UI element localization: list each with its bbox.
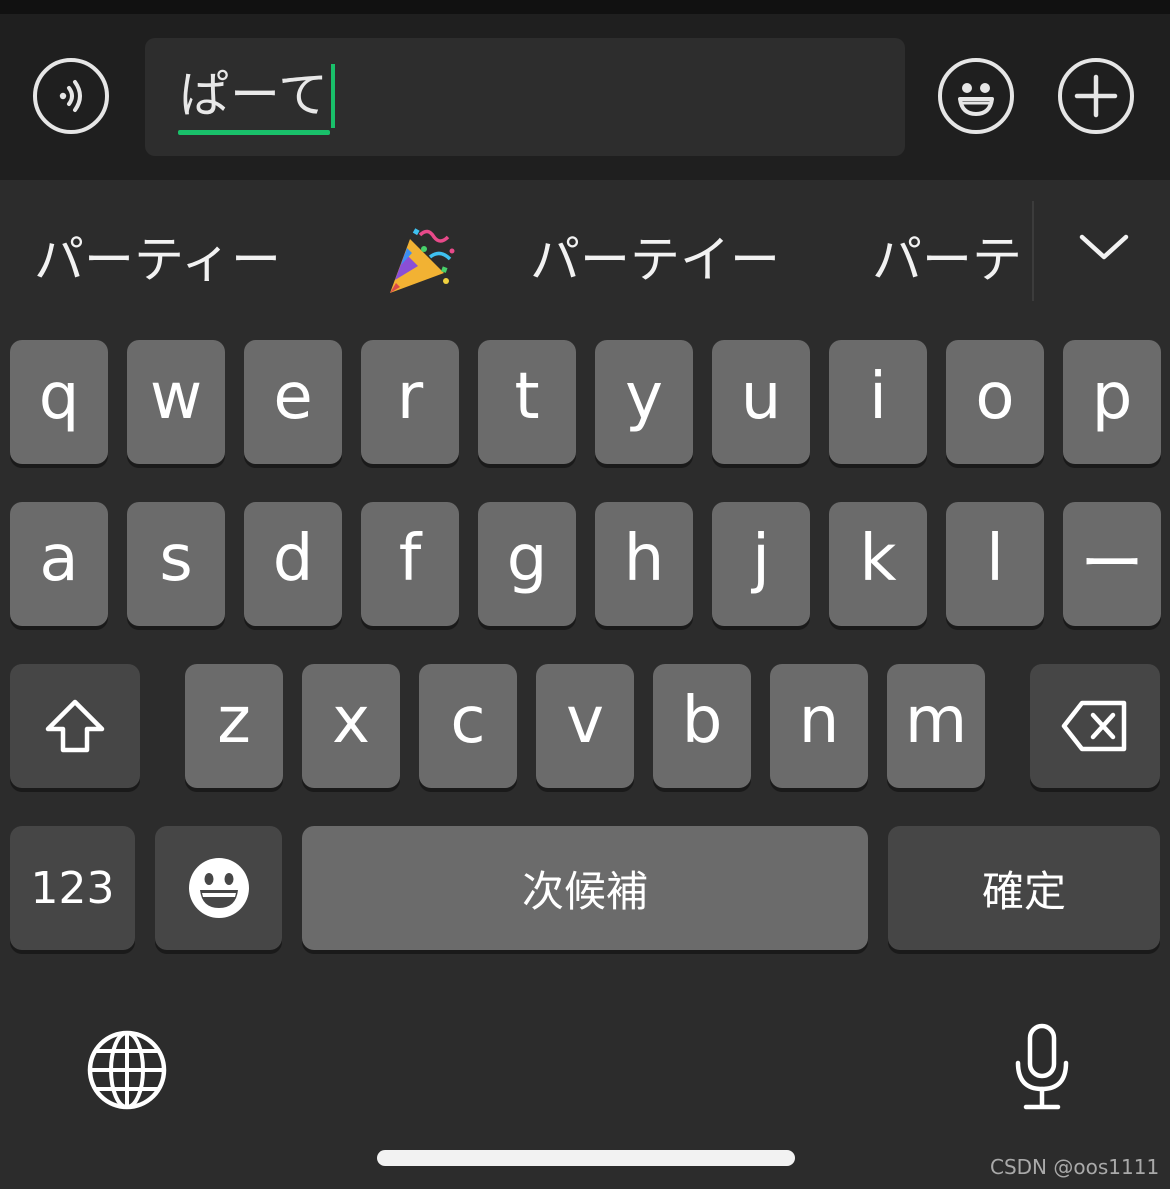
key-label: n: [798, 684, 840, 758]
key-o[interactable]: o: [946, 340, 1044, 464]
next-candidate-label: 次候補: [521, 866, 648, 916]
keyboard: パーティー パーテイー パーテ q w e r t y u i o p a s …: [0, 181, 1170, 1189]
key-n[interactable]: n: [770, 664, 868, 788]
emoji-face-icon: [188, 858, 249, 918]
numbers-key[interactable]: 123: [10, 826, 135, 950]
backspace-icon: [1061, 700, 1127, 752]
emoji-button[interactable]: [938, 58, 1014, 134]
chevron-down-icon: [1079, 234, 1129, 260]
key-label: e: [273, 360, 313, 434]
candidate-item[interactable]: パーテ: [872, 227, 1032, 293]
key-label: p: [1091, 360, 1133, 434]
key-label: u: [740, 360, 782, 434]
key-label: g: [506, 522, 548, 596]
home-indicator[interactable]: [377, 1150, 795, 1166]
candidate-divider: [1032, 201, 1034, 301]
confirm-key[interactable]: 確定: [888, 826, 1160, 950]
confirm-key-label: 確定: [981, 866, 1066, 916]
top-strip: [0, 0, 1170, 14]
key-label: ー: [1080, 528, 1144, 602]
key-label: z: [217, 684, 251, 758]
watermark: CSDN @oos1111: [990, 1155, 1160, 1179]
chat-input-bar: ぱーて: [0, 14, 1170, 180]
key-label: c: [450, 684, 486, 758]
shift-key[interactable]: [10, 664, 140, 788]
composing-text: ぱーて: [179, 66, 329, 124]
smiley-icon: [958, 83, 994, 116]
key-a[interactable]: a: [10, 502, 108, 626]
text-caret: [331, 64, 335, 128]
key-x[interactable]: x: [302, 664, 400, 788]
key-c[interactable]: c: [419, 664, 517, 788]
key-label: i: [869, 360, 887, 434]
key-label: m: [904, 684, 968, 758]
key-label: t: [514, 360, 540, 434]
key-label: q: [38, 360, 80, 434]
key-s[interactable]: s: [127, 502, 225, 626]
key-d[interactable]: d: [244, 502, 342, 626]
key-label: r: [396, 360, 424, 434]
key-label: v: [566, 684, 604, 758]
numbers-key-label: 123: [30, 862, 115, 914]
key-label: b: [681, 684, 723, 758]
key-b[interactable]: b: [653, 664, 751, 788]
key-v[interactable]: v: [536, 664, 634, 788]
key-label: x: [332, 684, 370, 758]
key-ー[interactable]: ー: [1063, 502, 1161, 626]
voice-button[interactable]: [33, 58, 109, 134]
key-k[interactable]: k: [829, 502, 927, 626]
key-label: k: [859, 522, 897, 596]
composing-underline: [178, 130, 330, 135]
dictation-button[interactable]: [1012, 1023, 1072, 1111]
key-e[interactable]: e: [244, 340, 342, 464]
party-popper-icon: [390, 228, 455, 293]
candidate-item[interactable]: パーテイー: [530, 227, 780, 293]
key-label: f: [398, 522, 422, 596]
key-label: j: [752, 522, 770, 596]
key-h[interactable]: h: [595, 502, 693, 626]
voice-message-icon: [59, 80, 82, 112]
expand-candidates-button[interactable]: [1076, 227, 1132, 267]
key-y[interactable]: y: [595, 340, 693, 464]
candidate-item[interactable]: パーティー: [34, 227, 281, 293]
key-label: s: [159, 522, 193, 596]
key-j[interactable]: j: [712, 502, 810, 626]
key-u[interactable]: u: [712, 340, 810, 464]
key-l[interactable]: l: [946, 502, 1044, 626]
key-label: h: [623, 522, 665, 596]
key-f[interactable]: f: [361, 502, 459, 626]
more-button[interactable]: [1058, 58, 1134, 134]
app-root: ぱーて パーティー パーテイー パーテ q w e r t y u i o p …: [0, 0, 1170, 1189]
key-i[interactable]: i: [829, 340, 927, 464]
key-z[interactable]: z: [185, 664, 283, 788]
key-label: y: [625, 360, 663, 434]
plus-icon: [1074, 74, 1118, 118]
key-t[interactable]: t: [478, 340, 576, 464]
key-g[interactable]: g: [478, 502, 576, 626]
key-p[interactable]: p: [1063, 340, 1161, 464]
emoji-key[interactable]: [155, 826, 282, 950]
key-label: w: [149, 360, 203, 434]
globe-icon: [87, 1030, 167, 1110]
key-m[interactable]: m: [887, 664, 985, 788]
key-w[interactable]: w: [127, 340, 225, 464]
key-q[interactable]: q: [10, 340, 108, 464]
microphone-icon: [1015, 1023, 1069, 1110]
globe-button[interactable]: [86, 1029, 168, 1111]
backspace-key[interactable]: [1030, 664, 1160, 788]
candidate-emoji[interactable]: [384, 223, 460, 299]
key-label: o: [975, 360, 1015, 434]
key-label: l: [986, 522, 1004, 596]
key-label: a: [39, 522, 79, 596]
key-r[interactable]: r: [361, 340, 459, 464]
next-candidate-key[interactable]: 次候補: [302, 826, 868, 950]
message-input[interactable]: ぱーて: [145, 38, 905, 156]
shift-icon: [45, 699, 105, 753]
candidate-bar: パーティー パーテイー パーテ: [0, 181, 1170, 331]
key-label: d: [272, 522, 314, 596]
